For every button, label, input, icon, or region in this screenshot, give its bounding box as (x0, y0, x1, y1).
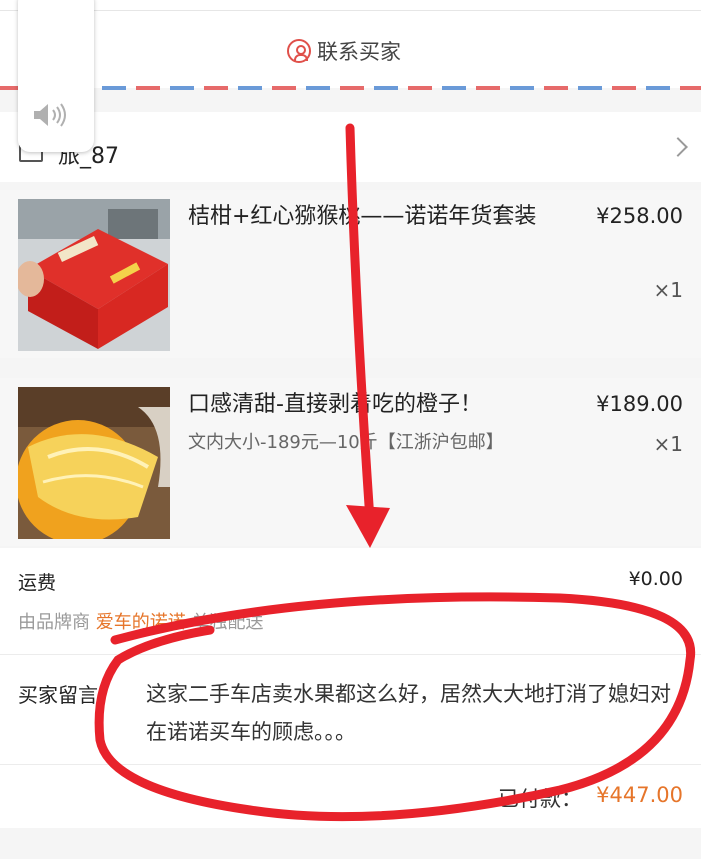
product-image (18, 199, 170, 351)
buyer-message-label: 买家留言： (18, 683, 118, 707)
speaker-icon (34, 103, 66, 127)
contact-buyer-button[interactable]: 联系买家 (287, 36, 401, 66)
order-item[interactable]: 桔柑+红心猕猴桃——诺诺年货套装 ¥258.00 ×1 (0, 190, 701, 358)
contact-buyer-label: 联系买家 (317, 40, 401, 64)
product-price: ¥189.00 (596, 392, 683, 416)
store-row[interactable]: 旅_87 (0, 112, 701, 182)
speaker-overlay[interactable] (18, 0, 94, 152)
paid-amount: ¥447.00 (596, 783, 683, 807)
contact-bar: 联系买家 (0, 0, 701, 88)
person-icon (287, 39, 311, 63)
buyer-message-text: 这家二手车店卖水果都这么好，居然大大地打消了媳妇对在诺诺买车的顾虑。。。 (146, 682, 671, 744)
product-name: 桔柑+红心猕猴桃——诺诺年货套装 (188, 204, 537, 229)
airmail-stripe-divider (0, 86, 701, 90)
payment-total-row: 已付款： ¥447.00 (0, 764, 701, 828)
shipping-value: ¥0.00 (628, 568, 683, 590)
divider (0, 10, 701, 11)
shipping-note-suffix: 单独配送 (185, 612, 264, 633)
shipping-note: 由品牌商 爱车的诺诺 单独配送 (18, 608, 263, 634)
shipping-label: 运费 (18, 572, 57, 594)
product-price: ¥258.00 (596, 204, 683, 228)
product-name: 口感清甜-直接剥着吃的橙子！ (188, 392, 482, 417)
product-quantity: ×1 (653, 278, 683, 302)
shipping-note-prefix: 由品牌商 (18, 612, 96, 633)
shipping-section: 运费 ¥0.00 由品牌商 爱车的诺诺 单独配送 (0, 548, 701, 654)
product-spec: 文内大小-189元—10斤【江浙沪包邮】 (188, 432, 504, 453)
order-item[interactable]: 口感清甜-直接剥着吃的橙子！ 文内大小-189元—10斤【江浙沪包邮】 ¥189… (0, 378, 701, 546)
product-quantity: ×1 (653, 432, 683, 456)
chevron-right-icon (668, 137, 688, 157)
product-image (18, 387, 170, 539)
paid-label: 已付款： (498, 787, 582, 811)
buyer-message-section: 买家留言： 这家二手车店卖水果都这么好，居然大大地打消了媳妇对在诺诺买车的顾虑。… (0, 654, 701, 764)
brand-link[interactable]: 爱车的诺诺 (96, 612, 186, 633)
